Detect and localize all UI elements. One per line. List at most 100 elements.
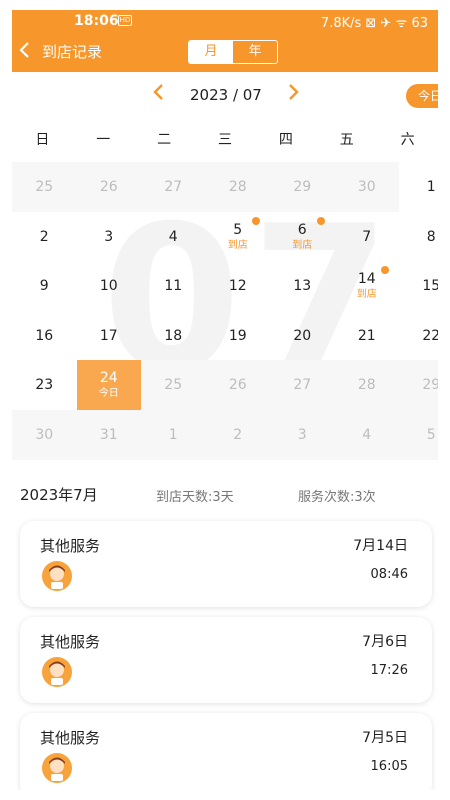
calendar-day[interactable]: 3	[270, 410, 335, 460]
record-date: 7月14日	[353, 538, 408, 554]
tab-year[interactable]: 年	[233, 41, 277, 63]
calendar-day[interactable]: 19	[206, 311, 271, 361]
calendar-day[interactable]: 11	[141, 261, 206, 311]
calendar-day[interactable]: 30	[12, 410, 77, 460]
next-month-icon[interactable]	[286, 82, 300, 107]
day-number: 6	[297, 221, 307, 238]
day-number: 5	[426, 427, 436, 443]
calendar-day[interactable]: 5 到店	[206, 212, 271, 262]
calendar-day[interactable]: 28	[205, 162, 270, 212]
day-number: 1	[426, 179, 436, 195]
calendar-day[interactable]: 23	[12, 360, 77, 410]
record-title: 其他服务	[40, 537, 101, 555]
day-number: 15	[422, 278, 438, 295]
calendar-day[interactable]: 5	[399, 410, 438, 460]
calendar-day[interactable]: 14 到店	[335, 261, 400, 311]
calendar-day[interactable]: 22	[399, 311, 438, 361]
day-number: 31	[99, 427, 118, 443]
calendar-day[interactable]: 21	[335, 311, 400, 361]
view-toggle: 月 年	[188, 40, 278, 64]
page-title: 到店记录	[42, 43, 103, 61]
calendar-day[interactable]: 26	[205, 360, 270, 411]
tab-month[interactable]: 月	[189, 41, 233, 63]
day-number: 13	[293, 278, 312, 295]
calendar-day[interactable]: 26	[76, 162, 141, 212]
day-number: 30	[357, 179, 376, 195]
avatar	[40, 753, 74, 783]
day-sublabel: 到店	[292, 239, 313, 251]
calendar-grid: 25 26 27 28 29 30 1 2 3 4 5 到店 6 到店 7 8 9 10 11 12 13 14 到店 15 1…	[12, 162, 438, 462]
calendar-day[interactable]: 12	[206, 261, 271, 311]
calendar-week: 23 24 今日 25 26 27 28 29	[12, 360, 438, 411]
chevron-left-icon[interactable]	[18, 40, 36, 62]
calendar-day[interactable]: 4	[334, 410, 399, 460]
weekday-label: 一	[96, 132, 111, 148]
record-date: 7月6日	[362, 634, 408, 650]
calendar-day[interactable]: 25	[12, 162, 77, 212]
record-time: 08:46	[370, 567, 408, 582]
day-number: 19	[228, 327, 247, 344]
record-card[interactable]: 其他服务 7月14日 08:46	[20, 521, 432, 607]
calendar-day[interactable]: 1	[399, 162, 438, 212]
summary-visit-days: 到店天数:3天	[156, 490, 234, 505]
calendar-day[interactable]: 8	[399, 212, 438, 262]
calendar-day[interactable]: 6 到店	[270, 212, 335, 262]
record-card[interactable]: 其他服务 7月5日 16:05	[20, 713, 432, 790]
day-number: 28	[228, 179, 247, 195]
calendar-day[interactable]: 1	[141, 410, 206, 460]
status-time: 18:06	[74, 13, 119, 29]
day-number: 22	[422, 327, 438, 344]
day-number: 18	[164, 327, 183, 344]
calendar-week: 30 31 1 2 3 4 5	[12, 410, 438, 460]
calendar-day[interactable]: 30	[334, 162, 399, 212]
day-number: 24	[99, 370, 118, 387]
visit-dot	[316, 216, 325, 225]
day-number: 10	[99, 278, 118, 295]
calendar-day[interactable]: 2	[205, 410, 270, 460]
app-header: 18:06 HD 7.8K/s ⊠ ✈ ᯤ 63 到店记录 月 年	[12, 10, 438, 72]
calendar-week: 9 10 11 12 13 14 到店 15	[12, 261, 438, 311]
calendar-day[interactable]: 18	[141, 311, 206, 361]
weekday-header: 日一二三四五六	[12, 118, 438, 162]
calendar-day[interactable]: 9	[12, 261, 77, 311]
calendar-day[interactable]: 29	[270, 162, 335, 212]
calendar-day[interactable]: 10	[77, 261, 142, 311]
calendar-day[interactable]: 4	[141, 212, 206, 262]
day-number: 30	[35, 427, 54, 443]
visit-dot	[252, 216, 260, 225]
weekday-label: 六	[400, 132, 415, 148]
summary-month: 2023年7月	[20, 486, 98, 504]
day-number: 26	[99, 179, 118, 195]
day-number: 7	[362, 228, 372, 245]
calendar-day[interactable]: 28	[334, 360, 399, 411]
weekday-label: 日	[35, 132, 50, 148]
calendar-day[interactable]: 17	[77, 311, 142, 361]
day-number: 29	[293, 179, 312, 195]
calendar-day[interactable]: 31	[76, 410, 141, 460]
prev-month-icon[interactable]	[152, 82, 166, 107]
day-sublabel: 到店	[356, 289, 377, 301]
calendar-day[interactable]: 7	[335, 212, 400, 262]
day-number: 3	[104, 228, 114, 245]
status-bar: 18:06 HD 7.8K/s ⊠ ✈ ᯤ 63	[12, 10, 438, 32]
nav-bar: 到店记录 月 年	[12, 34, 438, 68]
record-title: 其他服务	[40, 729, 101, 747]
calendar-day[interactable]: 25	[141, 360, 206, 411]
calendar-day[interactable]: 27	[270, 360, 335, 411]
calendar-day[interactable]: 20	[270, 311, 335, 361]
calendar-day[interactable]: 3	[77, 212, 142, 262]
calendar-day[interactable]: 15	[399, 261, 438, 311]
day-number: 20	[293, 327, 312, 344]
hd-badge: HD	[118, 15, 132, 26]
calendar-day-today[interactable]: 24 今日	[76, 360, 141, 411]
calendar-day[interactable]: 27	[141, 162, 206, 212]
weekday-label: 二	[157, 132, 172, 148]
day-number: 4	[168, 228, 178, 245]
calendar-day[interactable]: 2	[12, 212, 77, 262]
calendar-day[interactable]: 16	[12, 311, 77, 361]
record-card[interactable]: 其他服务 7月6日 17:26	[20, 617, 432, 703]
calendar-day[interactable]: 13	[270, 261, 335, 311]
record-title: 其他服务	[40, 633, 101, 651]
calendar-day[interactable]: 29	[399, 360, 438, 411]
today-button[interactable]: 今日	[406, 84, 438, 108]
